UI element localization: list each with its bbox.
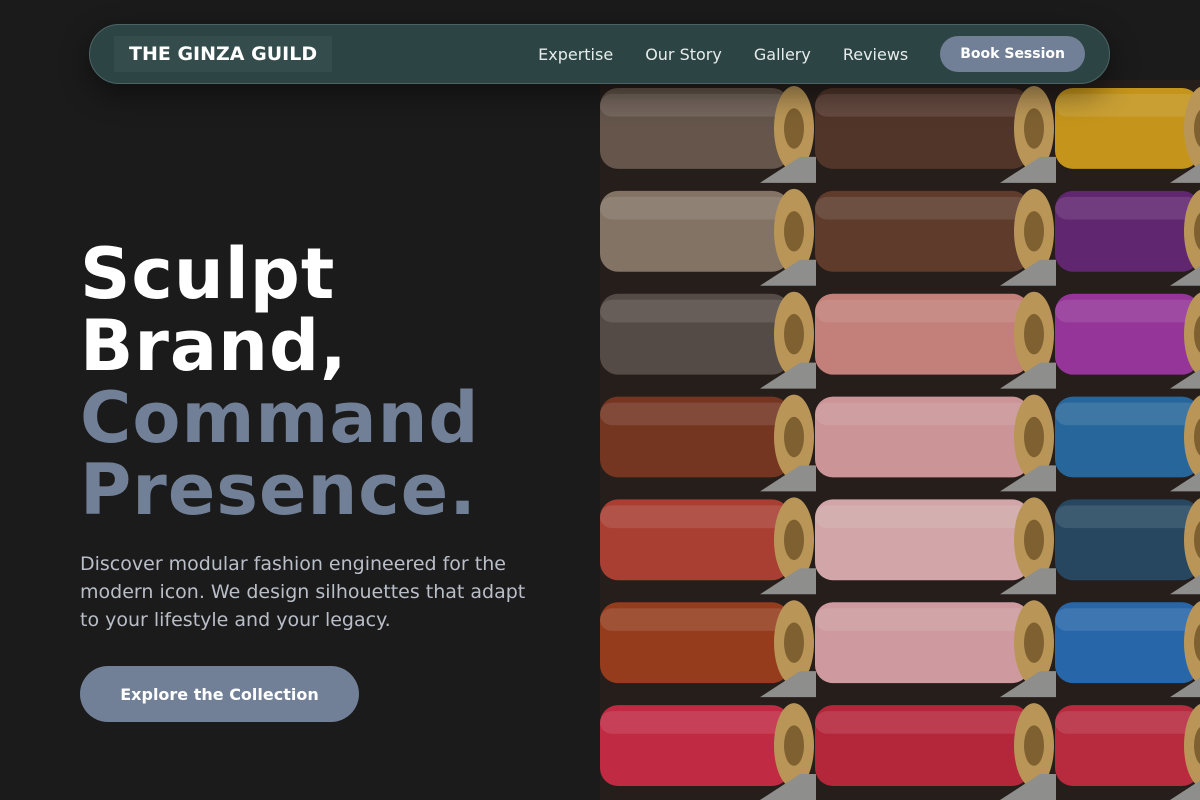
brand-logo[interactable]: THE GINZA GUILD	[114, 36, 333, 72]
nav-link-expertise[interactable]: Expertise	[538, 45, 613, 64]
headline-line-3: Command	[80, 377, 480, 459]
headline-line-2: Brand,	[80, 305, 348, 387]
book-session-button[interactable]: Book Session	[940, 36, 1085, 72]
thread-spools-illustration	[600, 80, 1200, 800]
nav-link-gallery[interactable]: Gallery	[754, 45, 811, 64]
nav-links: Expertise Our Story Gallery Reviews Book…	[538, 36, 1109, 72]
navbar: THE GINZA GUILD Expertise Our Story Gall…	[89, 24, 1110, 84]
headline-line-1: Sculpt	[80, 233, 336, 315]
hero-description: Discover modular fashion engineered for …	[80, 553, 526, 631]
headline-line-4: Presence.	[80, 449, 477, 531]
image-shade	[600, 80, 1200, 800]
nav-link-reviews[interactable]: Reviews	[843, 45, 908, 64]
hero-headline: Sculpt Brand, Command Presence.	[80, 238, 480, 526]
nav-link-our-story[interactable]: Our Story	[645, 45, 722, 64]
explore-collection-button[interactable]: Explore the Collection	[80, 666, 359, 722]
hero-image: manxstap	[600, 80, 1200, 800]
